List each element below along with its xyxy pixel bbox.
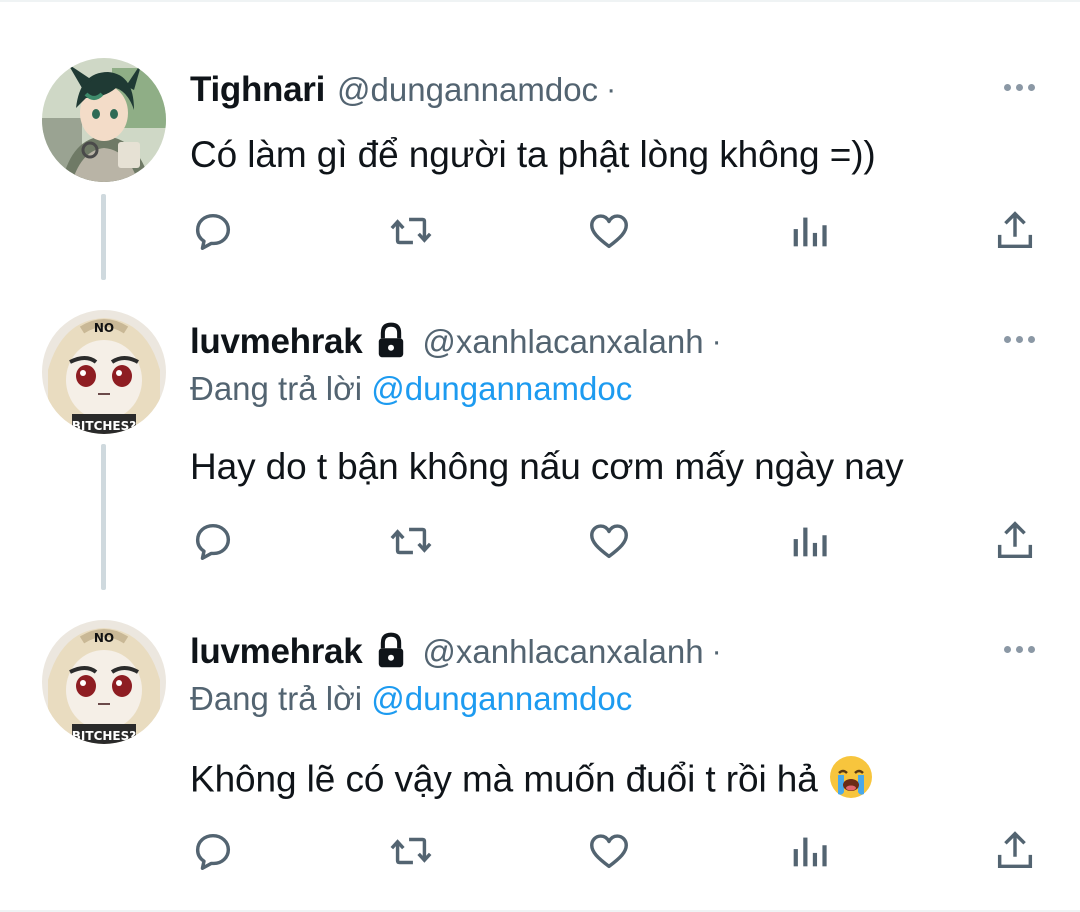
avatar-meme-bottom: BITCHES? (72, 729, 136, 743)
separator-dot: · (711, 635, 722, 668)
share-icon[interactable] (992, 828, 1038, 874)
loudly-crying-face-icon (828, 754, 874, 809)
retweet-icon[interactable] (388, 208, 434, 254)
reply-icon[interactable] (190, 828, 236, 874)
separator-dot: · (606, 73, 617, 106)
avatar-luvmehrak[interactable]: NO BITCHES? (42, 620, 166, 744)
like-icon[interactable] (586, 208, 632, 254)
tweet-header: luvmehrak @xanhlacanxalanh · (190, 320, 722, 364)
reply-icon[interactable] (190, 518, 236, 564)
views-icon[interactable] (786, 208, 832, 254)
lock-icon (374, 632, 410, 672)
mention-link[interactable]: @dungannamdoc (371, 680, 632, 717)
like-icon[interactable] (586, 828, 632, 874)
more-icon[interactable] (1004, 80, 1040, 94)
tweet-text-line: Không lẽ có vậy mà muốn đuổi t rồi hả (190, 754, 874, 809)
display-name[interactable]: Tighnari (190, 70, 325, 110)
replying-label: Đang trả lời (190, 370, 363, 407)
replying-label: Đang trả lời (190, 680, 363, 717)
retweet-icon[interactable] (388, 828, 434, 874)
tweet-text: Không lẽ có vậy mà muốn đuổi t rồi hả (190, 758, 818, 800)
avatar-meme-top: NO (94, 321, 114, 335)
tweet-text: Hay do t bận không nấu cơm mấy ngày nay (190, 446, 904, 487)
action-bar (190, 828, 1040, 876)
more-icon[interactable] (1004, 332, 1040, 346)
like-icon[interactable] (586, 518, 632, 564)
user-handle[interactable]: @dungannamdoc (337, 71, 598, 109)
action-bar (190, 518, 1040, 566)
views-icon[interactable] (786, 828, 832, 874)
lock-icon (374, 322, 410, 362)
views-icon[interactable] (786, 518, 832, 564)
tweet-3[interactable]: NO BITCHES? luvmehrak @xanhlacanxalanh ·… (0, 612, 1080, 912)
avatar-meme-top: NO (94, 631, 114, 645)
thread-connector (101, 444, 106, 590)
separator-dot: · (711, 325, 722, 358)
tweet-header: luvmehrak @xanhlacanxalanh · (190, 630, 722, 674)
avatar-meme-bottom: BITCHES? (72, 419, 136, 433)
avatar-luvmehrak[interactable]: NO BITCHES? (42, 310, 166, 434)
tweet-header: Tighnari @dungannamdoc · (190, 68, 616, 112)
display-name[interactable]: luvmehrak (190, 632, 363, 672)
replying-to: Đang trả lời @dungannamdoc (190, 370, 632, 408)
retweet-icon[interactable] (388, 518, 434, 564)
action-bar (190, 208, 1040, 256)
display-name[interactable]: luvmehrak (190, 322, 363, 362)
replying-to: Đang trả lời @dungannamdoc (190, 680, 632, 718)
top-divider (0, 0, 1080, 2)
thread-connector (101, 194, 106, 280)
tweet-2[interactable]: NO BITCHES? luvmehrak @xanhlacanxalanh ·… (0, 302, 1080, 602)
more-icon[interactable] (1004, 642, 1040, 656)
avatar-tighnari[interactable] (42, 58, 166, 182)
share-icon[interactable] (992, 208, 1038, 254)
share-icon[interactable] (992, 518, 1038, 564)
user-handle[interactable]: @xanhlacanxalanh (422, 633, 703, 671)
user-handle[interactable]: @xanhlacanxalanh (422, 323, 703, 361)
reply-icon[interactable] (190, 208, 236, 254)
mention-link[interactable]: @dungannamdoc (371, 370, 632, 407)
tweet-text: Có làm gì để người ta phật lòng không =)… (190, 134, 876, 175)
